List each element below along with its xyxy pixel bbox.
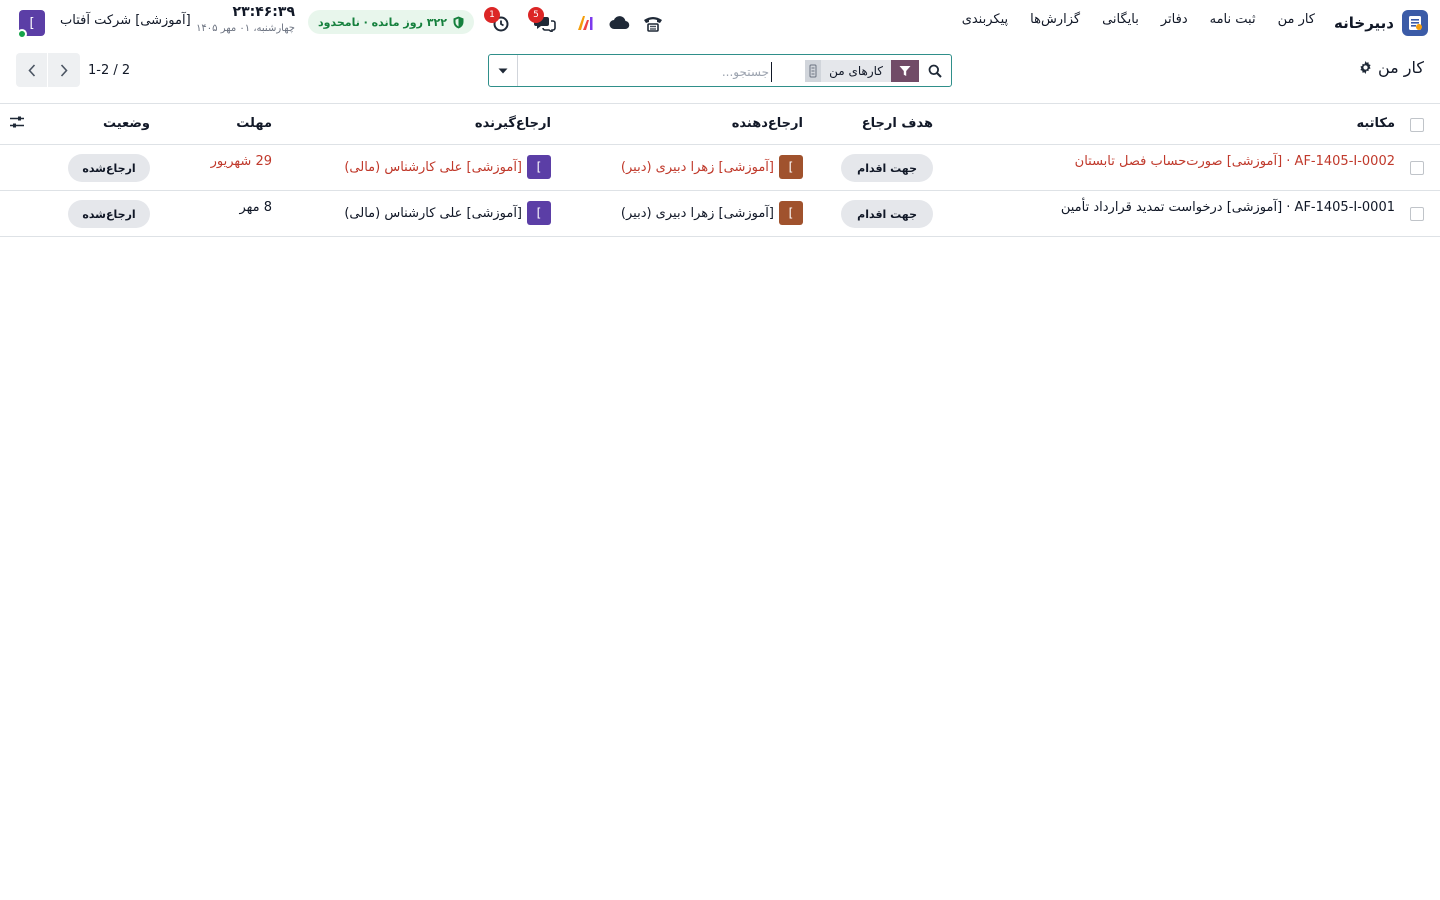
- row-checkbox[interactable]: [1410, 161, 1424, 175]
- main-menu: کار من ثبت نامه دفاتر بایگانی گزارش‌ها پ…: [962, 12, 1315, 27]
- sender-avatar: ]: [779, 201, 803, 225]
- sender-avatar: ]: [779, 155, 803, 179]
- row-purpose-badge: جهت اقدام: [841, 200, 933, 228]
- row-status-badge: ارجاع‌شده: [68, 154, 150, 182]
- row-receiver: ] [آموزشی] علی کارشناس (مالی): [344, 155, 551, 179]
- secretariat-logo-icon: [1402, 10, 1428, 36]
- ai-logo-icon[interactable]: [574, 11, 596, 35]
- search-icon[interactable]: [925, 61, 945, 81]
- referral-list: مکاتبه هدف ارجاع ارجاع‌دهنده ارجاع‌گیرند…: [0, 103, 1440, 237]
- user-avatar-initial: ]: [29, 15, 35, 31]
- pager-previous-button[interactable]: [16, 53, 48, 87]
- header-status[interactable]: وضعیت: [103, 116, 150, 131]
- pager-value[interactable]: 1-2 / 2: [88, 63, 130, 78]
- row-sender: ] [آموزشی] زهرا دبیری (دبیر): [621, 155, 803, 179]
- optional-columns-icon[interactable]: [9, 115, 25, 133]
- receiver-name: [آموزشی] علی کارشناس (مالی): [344, 205, 522, 221]
- subscription-status-badge: ۳۲۲ روز مانده · نامحدود: [308, 10, 474, 34]
- sender-name: [آموزشی] زهرا دبیری (دبیر): [620, 159, 774, 175]
- pager: 1-2 / 2: [16, 53, 130, 87]
- app-name: دبیرخانه: [1334, 14, 1394, 32]
- search-options-toggle[interactable]: [489, 55, 518, 86]
- row-checkbox[interactable]: [1410, 207, 1424, 221]
- user-avatar[interactable]: ]: [17, 10, 45, 39]
- menu-configuration[interactable]: پیکربندی: [962, 12, 1008, 27]
- chat-badge: 5: [528, 7, 544, 23]
- clock-time: ۲۳:۴۶:۳۹: [232, 4, 295, 20]
- app-brand[interactable]: دبیرخانه: [1334, 10, 1428, 36]
- select-all-checkbox[interactable]: [1410, 118, 1424, 132]
- phone-icon[interactable]: [640, 11, 666, 35]
- facet-label: کارهای من: [821, 60, 891, 82]
- sender-name: [آموزشی] زهرا دبیری (دبیر): [620, 205, 774, 221]
- caret-down-icon: [498, 68, 508, 73]
- menu-archive[interactable]: بایگانی: [1102, 12, 1139, 27]
- filter-icon: [891, 60, 919, 82]
- shield-icon: [453, 16, 464, 28]
- facet-remove-icon[interactable]: [805, 60, 822, 82]
- header-sender[interactable]: ارجاع‌دهنده: [732, 116, 803, 131]
- company-switcher[interactable]: [آموزشی] شرکت آفتاب: [60, 13, 191, 28]
- pager-next-button[interactable]: [48, 53, 80, 87]
- row-deadline: 29 شهریور: [210, 154, 272, 169]
- chat-icon[interactable]: 5: [528, 7, 558, 35]
- page-title: کار من: [1359, 58, 1424, 77]
- row-purpose-badge: جهت اقدام: [841, 154, 933, 182]
- clock-date: چهارشنبه، ۰۱ مهر ۱۴۰۵: [196, 23, 295, 34]
- menu-registers[interactable]: دفاتر: [1161, 12, 1188, 27]
- subscription-status-text: ۳۲۲ روز مانده · نامحدود: [318, 15, 447, 29]
- row-deadline: 8 مهر: [239, 200, 272, 215]
- table-row[interactable]: AF-1405-I-0001 · [آموزشی] درخواست تمدید …: [0, 191, 1440, 237]
- row-subject[interactable]: AF-1405-I-0002 · [آموزشی] صورت‌حساب فصل …: [1075, 154, 1395, 169]
- menu-reports[interactable]: گزارش‌ها: [1030, 12, 1080, 27]
- chevron-left-icon: [27, 63, 35, 77]
- activity-badge: 1: [484, 7, 500, 23]
- top-navbar: دبیرخانه کار من ثبت نامه دفاتر بایگانی گ…: [0, 0, 1440, 46]
- menu-my-work[interactable]: کار من: [1278, 12, 1315, 27]
- online-status-icon: [17, 29, 27, 39]
- header-purpose[interactable]: هدف ارجاع: [862, 116, 933, 131]
- search-bar: کارهای من: [488, 54, 952, 87]
- activity-clock-icon[interactable]: 1: [484, 7, 512, 35]
- clock-widget: ۲۳:۴۶:۳۹ چهارشنبه، ۰۱ مهر ۱۴۰۵: [195, 4, 295, 34]
- menu-register-letter[interactable]: ثبت نامه: [1210, 12, 1256, 27]
- row-subject[interactable]: AF-1405-I-0001 · [آموزشی] درخواست تمدید …: [1061, 200, 1395, 215]
- search-facet-my-tasks: کارهای من: [805, 60, 919, 82]
- header-receiver[interactable]: ارجاع‌گیرنده: [475, 116, 551, 131]
- receiver-avatar: ]: [527, 155, 551, 179]
- receiver-name: [آموزشی] علی کارشناس (مالی): [344, 159, 522, 175]
- cloud-icon[interactable]: [606, 11, 632, 35]
- page-title-text: کار من: [1377, 58, 1424, 77]
- row-status-badge: ارجاع‌شده: [68, 200, 150, 228]
- receiver-avatar: ]: [527, 201, 551, 225]
- row-sender: ] [آموزشی] زهرا دبیری (دبیر): [621, 201, 803, 225]
- systray: 1 5: [484, 7, 666, 37]
- row-receiver: ] [آموزشی] علی کارشناس (مالی): [344, 201, 551, 225]
- table-header: مکاتبه هدف ارجاع ارجاع‌دهنده ارجاع‌گیرند…: [0, 104, 1440, 145]
- header-deadline[interactable]: مهلت: [236, 116, 272, 131]
- header-subject[interactable]: مکاتبه: [1356, 116, 1395, 131]
- table-row[interactable]: AF-1405-I-0002 · [آموزشی] صورت‌حساب فصل …: [0, 145, 1440, 191]
- gear-icon[interactable]: [1359, 61, 1372, 74]
- search-input[interactable]: [527, 62, 772, 82]
- chevron-right-icon: [60, 63, 68, 77]
